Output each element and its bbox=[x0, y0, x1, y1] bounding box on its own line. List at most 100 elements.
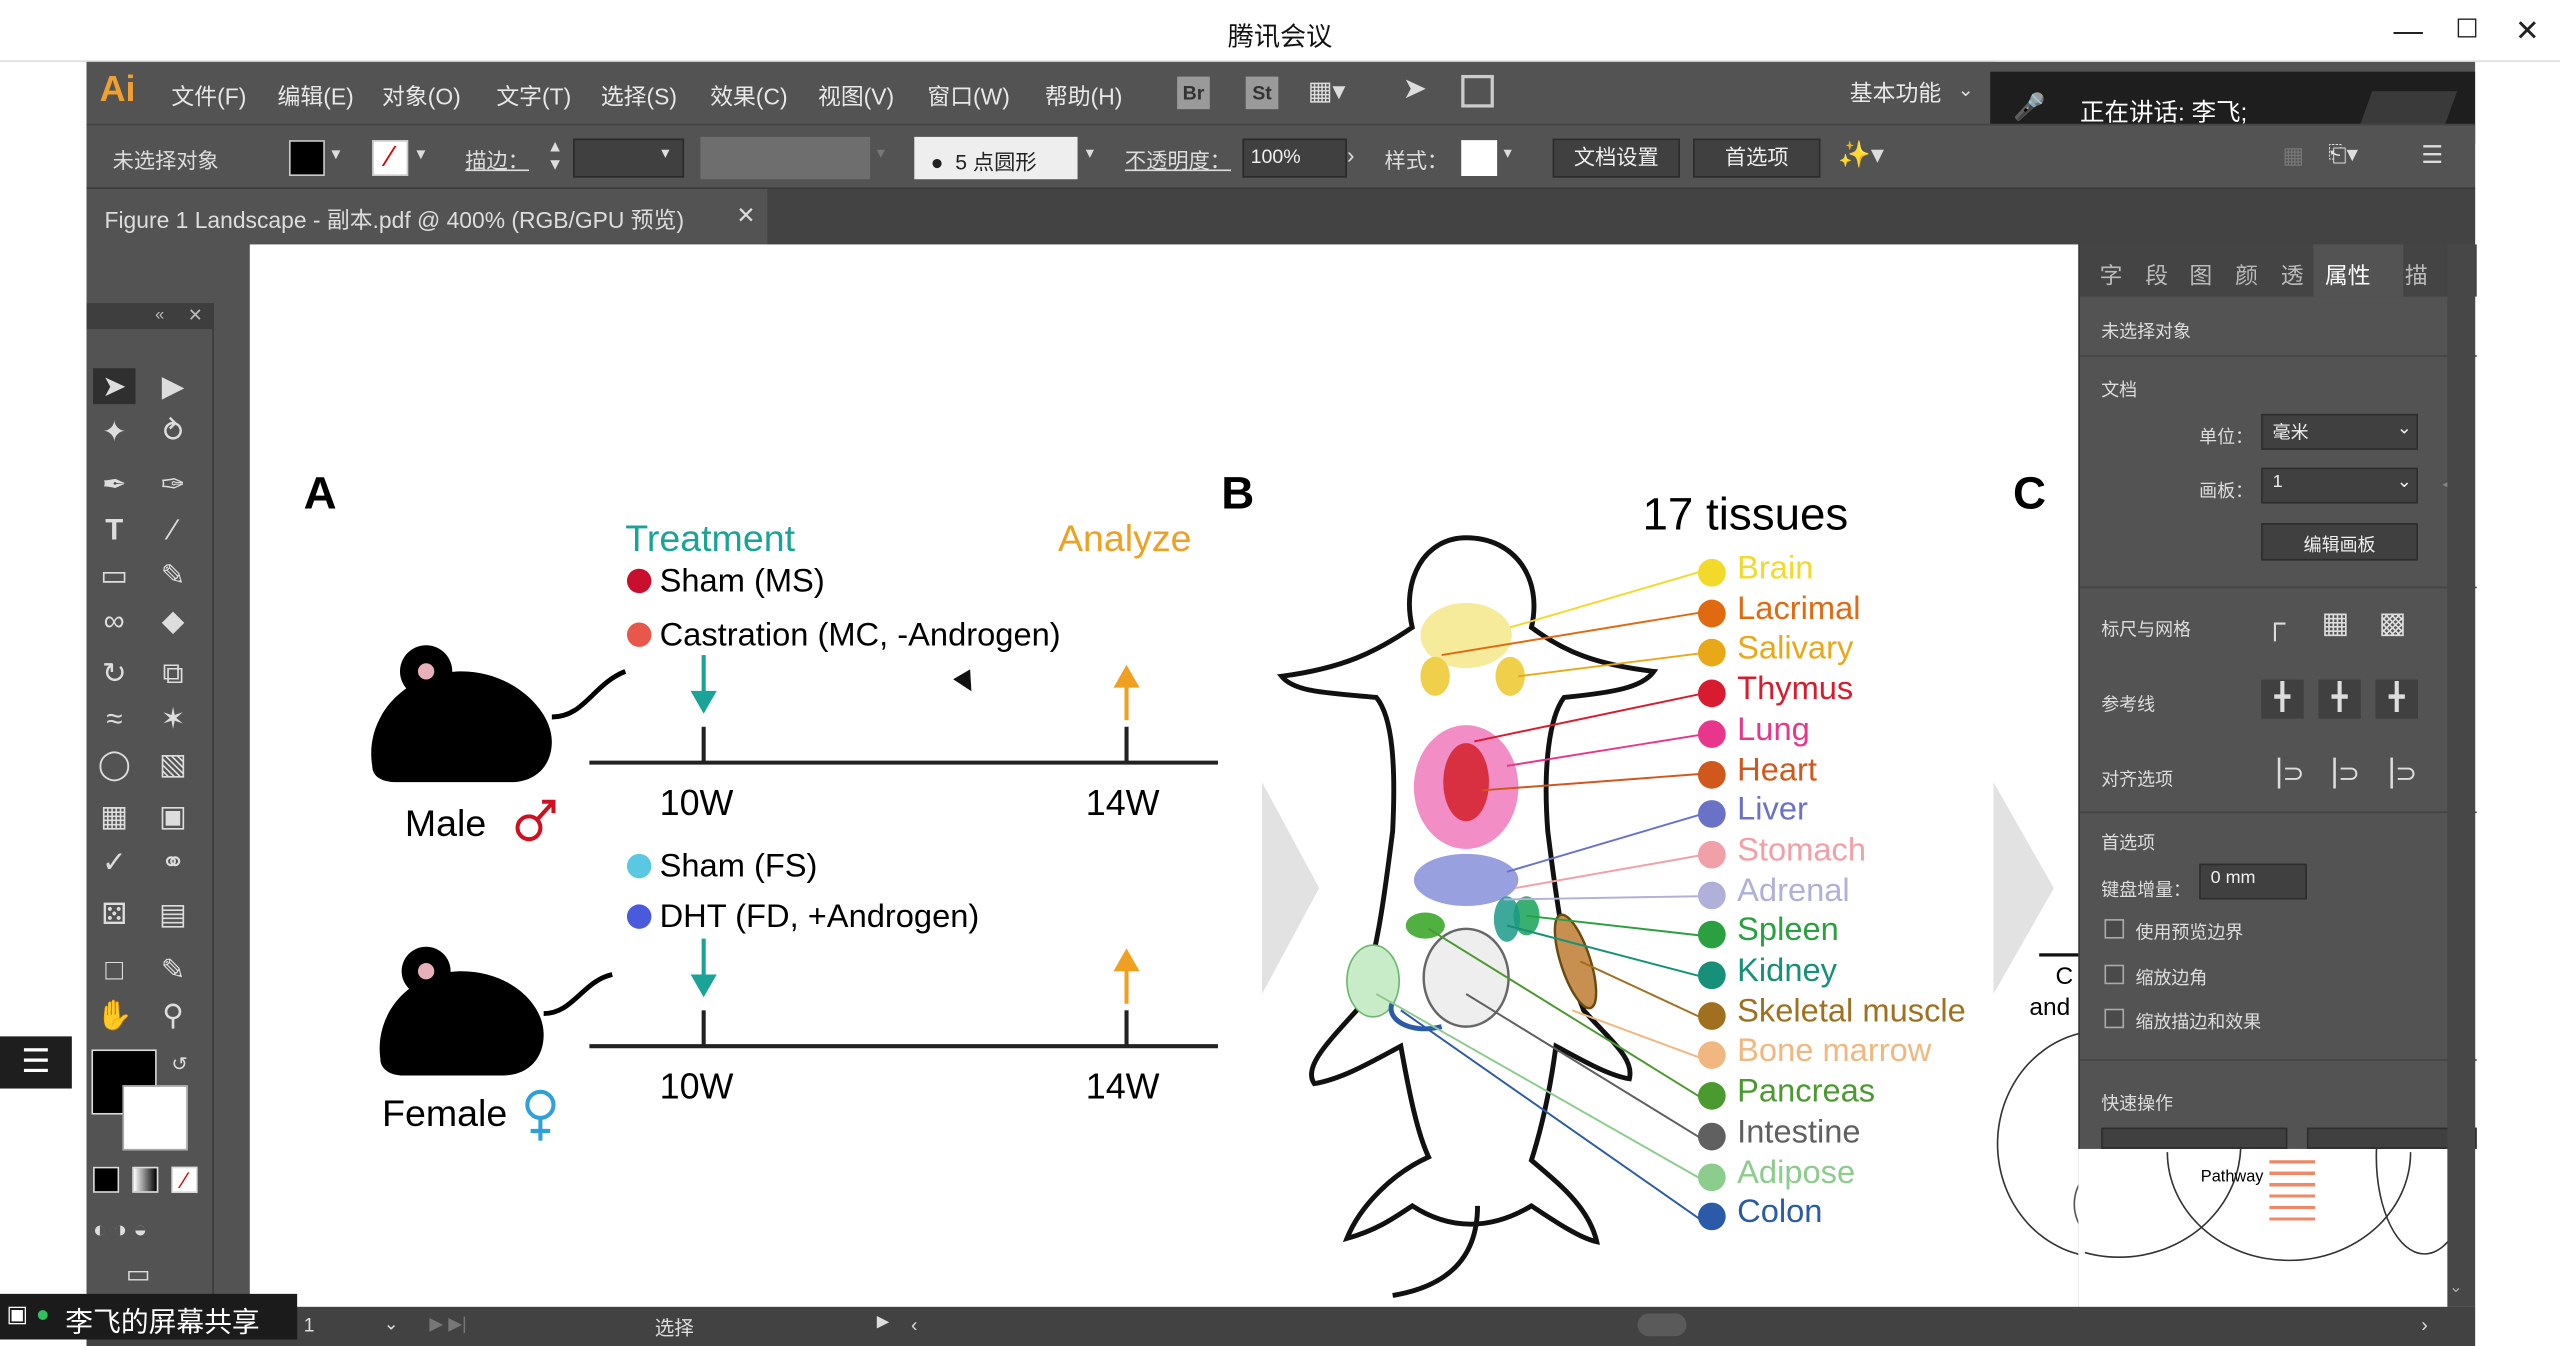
scroll-left-icon[interactable]: ‹ bbox=[911, 1313, 918, 1336]
tab-paragraph[interactable]: 段 bbox=[2145, 259, 2168, 292]
touch-icon[interactable] bbox=[1461, 74, 1494, 108]
artboard-canvas[interactable]: A B C Treatment Analyze Sham (MS) Castra… bbox=[249, 244, 2079, 1307]
stroke-color[interactable] bbox=[122, 1085, 188, 1151]
chevron-right-icon[interactable]: › bbox=[1347, 142, 1355, 168]
screen-mode-icon[interactable]: ▭ bbox=[126, 1258, 151, 1291]
pen-tool-icon[interactable]: ✒ bbox=[93, 466, 135, 502]
hand-tool-icon[interactable]: ✋ bbox=[93, 997, 135, 1033]
graph-tool-icon[interactable]: ▤ bbox=[152, 896, 194, 932]
puppet-warp-icon[interactable]: ✶ bbox=[152, 701, 194, 737]
menu-effect[interactable]: 效果(C) bbox=[710, 80, 787, 113]
line-tool-icon[interactable]: ∕ bbox=[152, 512, 194, 548]
page-nav-icon[interactable]: ▶ ▶| bbox=[429, 1313, 466, 1335]
selection-tool-icon[interactable]: ➤ bbox=[93, 368, 136, 405]
variable-width-profile[interactable] bbox=[700, 136, 871, 180]
guides-icon[interactable]: ╋ bbox=[2261, 679, 2304, 719]
smart-guides-icon[interactable]: ╋ bbox=[2375, 679, 2418, 719]
collapse-icon[interactable]: « bbox=[155, 306, 164, 324]
direct-selection-tool-icon[interactable]: ▶ bbox=[152, 368, 194, 404]
draw-mode-icon[interactable]: ◐ ◑ ◒ bbox=[93, 1216, 147, 1242]
scroll-right-icon[interactable]: › bbox=[2421, 1313, 2428, 1336]
align-icon[interactable]: ▦ bbox=[2282, 142, 2304, 170]
arrange-icon[interactable]: ▦▾ bbox=[1308, 75, 1346, 108]
width-tool-icon[interactable]: ≈ bbox=[93, 701, 135, 737]
tab-stroke[interactable]: 描 bbox=[2405, 259, 2428, 292]
stroke-swatch[interactable]: ∕ bbox=[372, 140, 409, 176]
grid-icon[interactable]: ▦ bbox=[2322, 606, 2350, 640]
close-icon[interactable]: ✕ bbox=[2506, 10, 2548, 52]
align-left-icon[interactable]: ⎥⊃ bbox=[2269, 758, 2304, 791]
stock-button[interactable]: St bbox=[1245, 76, 1279, 110]
curvature-tool-icon[interactable]: ✑ bbox=[152, 466, 194, 502]
tab-properties[interactable]: 属性 bbox=[2325, 259, 2371, 292]
symbol-sprayer-icon[interactable]: ⚄ bbox=[93, 896, 135, 932]
scale-tool-icon[interactable]: ⧉ bbox=[152, 655, 194, 691]
send-icon[interactable]: ➤ bbox=[1402, 72, 1427, 106]
perspective-grid-icon[interactable]: ▧ bbox=[152, 746, 194, 782]
vertical-scrollbar[interactable] bbox=[2447, 244, 2476, 1307]
close-tab-icon[interactable]: ✕ bbox=[736, 202, 755, 230]
scroll-down-icon[interactable]: ⌄ bbox=[2449, 1279, 2463, 1297]
slice-tool-icon[interactable]: ✎ bbox=[152, 952, 194, 988]
workspace-switcher[interactable]: 基本功能 bbox=[1850, 77, 1941, 110]
minimize-icon[interactable]: — bbox=[2387, 10, 2429, 52]
gradient-mode-icon[interactable] bbox=[132, 1166, 159, 1193]
mesh-tool-icon[interactable]: ▦ bbox=[93, 798, 135, 834]
horizontal-scroll-thumb[interactable] bbox=[1637, 1313, 1687, 1337]
quick-action-button-1[interactable] bbox=[2101, 1127, 2288, 1149]
stroke-label[interactable]: 描边： bbox=[465, 143, 529, 174]
shape-builder-icon[interactable]: ◯ bbox=[93, 746, 135, 782]
chevron-down-icon[interactable]: ▾ bbox=[416, 143, 425, 165]
opacity-label[interactable]: 不透明度： bbox=[1125, 143, 1231, 174]
preview-bounds-checkbox[interactable] bbox=[2104, 919, 2125, 939]
puppet-icon[interactable]: ✨▾ bbox=[1838, 139, 1884, 172]
rotate-tool-icon[interactable]: ↻ bbox=[93, 655, 135, 691]
close-icon[interactable]: ✕ bbox=[188, 305, 203, 326]
chevron-down-icon[interactable]: ▾ bbox=[331, 143, 340, 165]
align-key-icon[interactable]: ⎥⊃ bbox=[2325, 758, 2360, 791]
artboard-tool-icon[interactable]: □ bbox=[93, 952, 135, 988]
chevron-down-icon[interactable]: ⌄ bbox=[384, 1313, 399, 1335]
bridge-button[interactable]: Br bbox=[1177, 76, 1210, 110]
menu-select[interactable]: 选择(S) bbox=[601, 80, 677, 113]
lock-guides-icon[interactable]: ╋ bbox=[2318, 679, 2361, 719]
rectangle-tool-icon[interactable]: ▭ bbox=[93, 557, 135, 593]
menu-file[interactable]: 文件(F) bbox=[171, 80, 246, 113]
tab-layers[interactable]: 图 bbox=[2189, 259, 2212, 292]
tab-color[interactable]: 颜 bbox=[2235, 259, 2258, 292]
status-menu-icon[interactable]: ▶ bbox=[877, 1313, 890, 1331]
preferences-button[interactable]: 首选项 bbox=[1693, 138, 1821, 178]
keyboard-increment-input[interactable]: 0 mm bbox=[2199, 863, 2307, 900]
menu-text[interactable]: 文字(T) bbox=[496, 80, 571, 113]
page-number[interactable]: 1 bbox=[304, 1313, 315, 1336]
eyedropper-icon[interactable]: ✓ bbox=[93, 844, 135, 880]
type-tool-icon[interactable]: T bbox=[93, 512, 135, 548]
swap-colors-icon[interactable]: ↺ bbox=[171, 1053, 187, 1076]
menu-help[interactable]: 帮助(H) bbox=[1045, 80, 1122, 113]
distribute-icon[interactable]: ⎗▾ bbox=[2328, 140, 2358, 168]
chevron-down-icon[interactable]: ▾ bbox=[1086, 145, 1094, 163]
tab-character[interactable]: 字 bbox=[2100, 259, 2123, 292]
tab-transparency[interactable]: 透 bbox=[2281, 259, 2304, 292]
document-setup-button[interactable]: 文档设置 bbox=[1552, 138, 1680, 178]
gradient-tool-icon[interactable]: ▣ bbox=[152, 798, 194, 834]
paintbrush-icon[interactable]: ✎ bbox=[152, 557, 194, 593]
brush-definition[interactable]: ● 5 点圆形 bbox=[914, 136, 1078, 180]
meeting-list-icon[interactable]: ☰ bbox=[0, 1036, 72, 1089]
magic-wand-icon[interactable]: ✦ bbox=[93, 414, 135, 450]
ruler-icon[interactable]: ┌ bbox=[2264, 606, 2285, 640]
color-mode-icon[interactable] bbox=[93, 1166, 120, 1193]
artboard-select[interactable]: 1 ⌄ bbox=[2261, 467, 2418, 504]
menu-view[interactable]: 视图(V) bbox=[818, 80, 894, 113]
chevron-down-icon[interactable]: ▾ bbox=[1504, 145, 1512, 163]
eraser-icon[interactable]: ◆ bbox=[152, 603, 194, 639]
chevron-down-icon[interactable]: ⌄ bbox=[1958, 78, 1974, 101]
maximize-icon[interactable]: ☐ bbox=[2446, 10, 2488, 52]
edit-artboard-button[interactable]: 编辑画板 bbox=[2261, 523, 2418, 561]
stroke-stepper[interactable]: ▲ ▼ bbox=[547, 139, 563, 175]
opacity-input[interactable]: 100% bbox=[1242, 138, 1347, 178]
lasso-icon[interactable]: ⥁ bbox=[152, 414, 194, 450]
none-mode-icon[interactable]: ∕ bbox=[171, 1166, 198, 1193]
scale-corners-checkbox[interactable] bbox=[2104, 964, 2125, 985]
menu-window[interactable]: 窗口(W) bbox=[927, 80, 1010, 113]
